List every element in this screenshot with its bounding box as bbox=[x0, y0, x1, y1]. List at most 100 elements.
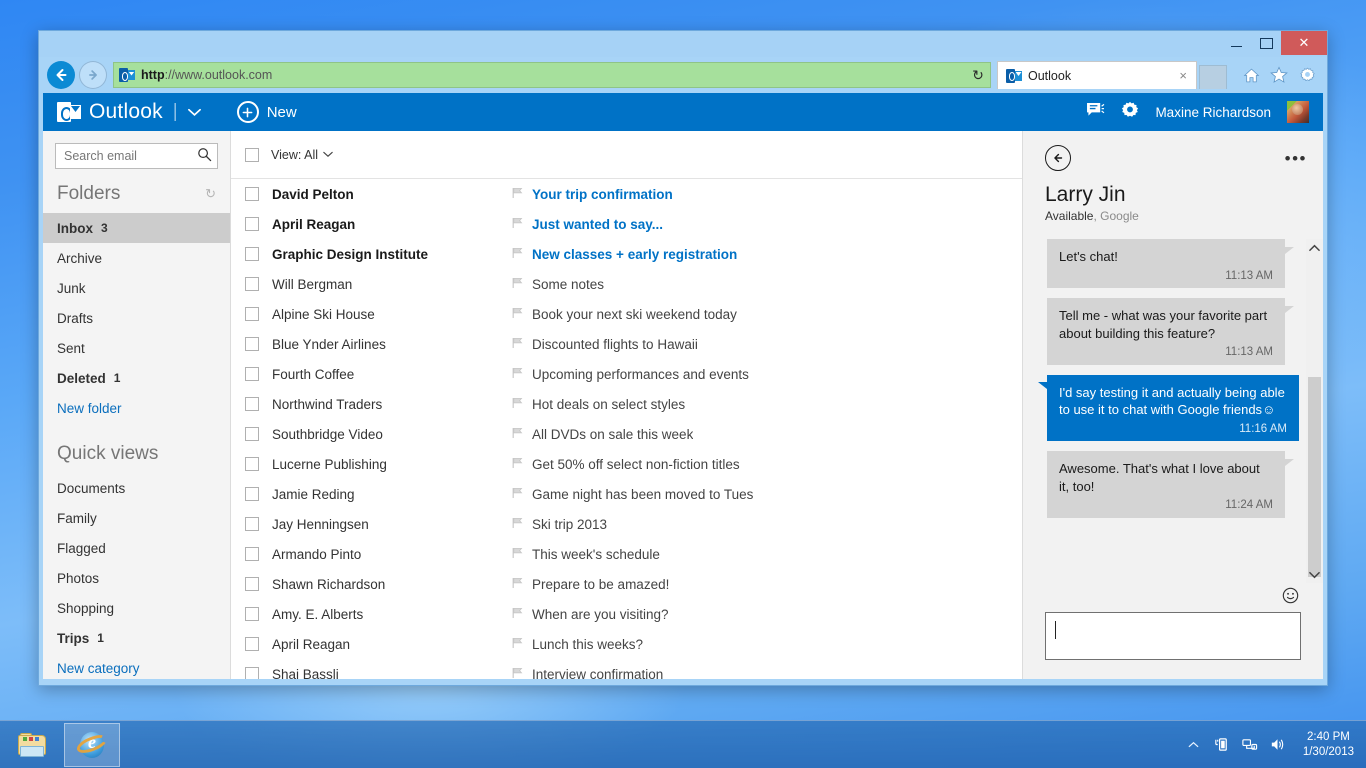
avatar[interactable] bbox=[1287, 101, 1309, 123]
new-message-button[interactable]: New bbox=[237, 101, 297, 123]
sidebar-item-trips[interactable]: Trips1 bbox=[43, 623, 230, 653]
flag-icon[interactable] bbox=[512, 397, 524, 412]
flag-icon[interactable] bbox=[512, 547, 524, 562]
sidebar-item-archive[interactable]: Archive bbox=[43, 243, 230, 273]
flag-icon[interactable] bbox=[512, 367, 524, 382]
scroll-down-arrow-icon[interactable] bbox=[1306, 566, 1323, 583]
message-checkbox[interactable] bbox=[245, 397, 259, 411]
emoji-picker-button[interactable] bbox=[1045, 583, 1301, 612]
sidebar-item-flagged[interactable]: Flagged bbox=[43, 533, 230, 563]
flag-icon[interactable] bbox=[512, 517, 524, 532]
flag-icon[interactable] bbox=[512, 337, 524, 352]
flag-icon[interactable] bbox=[512, 487, 524, 502]
chat-input[interactable] bbox=[1045, 612, 1301, 660]
message-row[interactable]: Shai BassliInterview confirmation bbox=[231, 659, 1022, 679]
sidebar-item-junk[interactable]: Junk bbox=[43, 273, 230, 303]
outlook-brand[interactable]: Outlook | bbox=[57, 100, 201, 124]
settings-gear-icon[interactable] bbox=[1121, 101, 1139, 124]
message-row[interactable]: April ReaganJust wanted to say... bbox=[231, 209, 1022, 239]
sidebar-item-family[interactable]: Family bbox=[43, 503, 230, 533]
message-row[interactable]: Amy. E. AlbertsWhen are you visiting? bbox=[231, 599, 1022, 629]
message-row[interactable]: Will BergmanSome notes bbox=[231, 269, 1022, 299]
favorites-star-icon[interactable] bbox=[1269, 65, 1289, 85]
folders-refresh-icon[interactable]: ↻ bbox=[205, 186, 216, 202]
close-button[interactable]: ✕ bbox=[1281, 31, 1327, 55]
message-checkbox[interactable] bbox=[245, 487, 259, 501]
maximize-button[interactable] bbox=[1251, 31, 1281, 55]
chat-back-button[interactable] bbox=[1045, 145, 1071, 171]
sidebar-item-inbox[interactable]: Inbox3 bbox=[43, 213, 230, 243]
message-row[interactable]: Northwind TradersHot deals on select sty… bbox=[231, 389, 1022, 419]
message-row[interactable]: Alpine Ski HouseBook your next ski weeke… bbox=[231, 299, 1022, 329]
message-checkbox[interactable] bbox=[245, 517, 259, 531]
message-checkbox[interactable] bbox=[245, 217, 259, 231]
flag-icon[interactable] bbox=[512, 667, 524, 680]
user-name-label[interactable]: Maxine Richardson bbox=[1155, 105, 1271, 120]
forward-button[interactable] bbox=[79, 61, 107, 89]
sidebar-item-photos[interactable]: Photos bbox=[43, 563, 230, 593]
volume-icon[interactable] bbox=[1269, 736, 1287, 754]
message-row[interactable]: Graphic Design InstituteNew classes + ea… bbox=[231, 239, 1022, 269]
address-bar[interactable]: http://www.outlook.com ↻ bbox=[113, 62, 991, 88]
flag-icon[interactable] bbox=[512, 187, 524, 202]
window-titlebar[interactable]: ✕ bbox=[39, 31, 1327, 57]
message-checkbox[interactable] bbox=[245, 337, 259, 351]
power-icon[interactable] bbox=[1213, 736, 1231, 754]
flag-icon[interactable] bbox=[512, 247, 524, 262]
flag-icon[interactable] bbox=[512, 217, 524, 232]
network-icon[interactable] bbox=[1241, 736, 1259, 754]
taskbar-item-file-explorer[interactable] bbox=[4, 723, 60, 767]
message-checkbox[interactable] bbox=[245, 547, 259, 561]
chat-more-button[interactable]: ••• bbox=[1285, 150, 1307, 167]
message-checkbox[interactable] bbox=[245, 277, 259, 291]
minimize-button[interactable] bbox=[1221, 31, 1251, 55]
message-checkbox[interactable] bbox=[245, 607, 259, 621]
sidebar-item-new-folder[interactable]: New folder bbox=[43, 393, 230, 423]
message-row[interactable]: April ReaganLunch this weeks? bbox=[231, 629, 1022, 659]
flag-icon[interactable] bbox=[512, 427, 524, 442]
message-row[interactable]: Jay HenningsenSki trip 2013 bbox=[231, 509, 1022, 539]
refresh-button[interactable]: ↻ bbox=[966, 63, 990, 87]
tab-close-icon[interactable]: × bbox=[1176, 68, 1190, 83]
message-checkbox[interactable] bbox=[245, 457, 259, 471]
scroll-up-arrow-icon[interactable] bbox=[1306, 239, 1323, 256]
message-row[interactable]: David PeltonYour trip confirmation bbox=[231, 179, 1022, 209]
taskbar-clock[interactable]: 2:40 PM 1/30/2013 bbox=[1297, 730, 1354, 760]
sidebar-item-sent[interactable]: Sent bbox=[43, 333, 230, 363]
message-row[interactable]: Armando PintoThis week's schedule bbox=[231, 539, 1022, 569]
message-checkbox[interactable] bbox=[245, 307, 259, 321]
message-row[interactable]: Blue Ynder AirlinesDiscounted flights to… bbox=[231, 329, 1022, 359]
search-input[interactable] bbox=[55, 143, 218, 169]
message-checkbox[interactable] bbox=[245, 637, 259, 651]
tray-expand-icon[interactable] bbox=[1185, 736, 1203, 754]
message-row[interactable]: Jamie RedingGame night has been moved to… bbox=[231, 479, 1022, 509]
select-all-checkbox[interactable] bbox=[245, 148, 259, 162]
sidebar-item-documents[interactable]: Documents bbox=[43, 473, 230, 503]
flag-icon[interactable] bbox=[512, 277, 524, 292]
message-checkbox[interactable] bbox=[245, 247, 259, 261]
message-checkbox[interactable] bbox=[245, 367, 259, 381]
sidebar-item-new-category[interactable]: New category bbox=[43, 653, 230, 679]
message-checkbox[interactable] bbox=[245, 187, 259, 201]
message-row[interactable]: Fourth CoffeeUpcoming performances and e… bbox=[231, 359, 1022, 389]
message-row[interactable]: Southbridge VideoAll DVDs on sale this w… bbox=[231, 419, 1022, 449]
scrollbar-thumb[interactable] bbox=[1308, 377, 1321, 577]
flag-icon[interactable] bbox=[512, 607, 524, 622]
messaging-icon[interactable] bbox=[1086, 102, 1105, 123]
taskbar-item-internet-explorer[interactable]: e bbox=[64, 723, 120, 767]
chat-scrollbar[interactable] bbox=[1306, 239, 1323, 583]
sidebar-item-drafts[interactable]: Drafts bbox=[43, 303, 230, 333]
sidebar-item-deleted[interactable]: Deleted1 bbox=[43, 363, 230, 393]
tab-outlook[interactable]: Outlook × bbox=[997, 61, 1197, 89]
message-checkbox[interactable] bbox=[245, 427, 259, 441]
home-icon[interactable] bbox=[1241, 65, 1261, 85]
sidebar-item-shopping[interactable]: Shopping bbox=[43, 593, 230, 623]
tools-gear-icon[interactable] bbox=[1297, 65, 1317, 85]
search-icon[interactable] bbox=[197, 147, 212, 167]
flag-icon[interactable] bbox=[512, 637, 524, 652]
new-tab-button[interactable] bbox=[1199, 65, 1227, 89]
flag-icon[interactable] bbox=[512, 307, 524, 322]
message-checkbox[interactable] bbox=[245, 577, 259, 591]
chevron-down-icon[interactable] bbox=[188, 105, 201, 120]
flag-icon[interactable] bbox=[512, 457, 524, 472]
